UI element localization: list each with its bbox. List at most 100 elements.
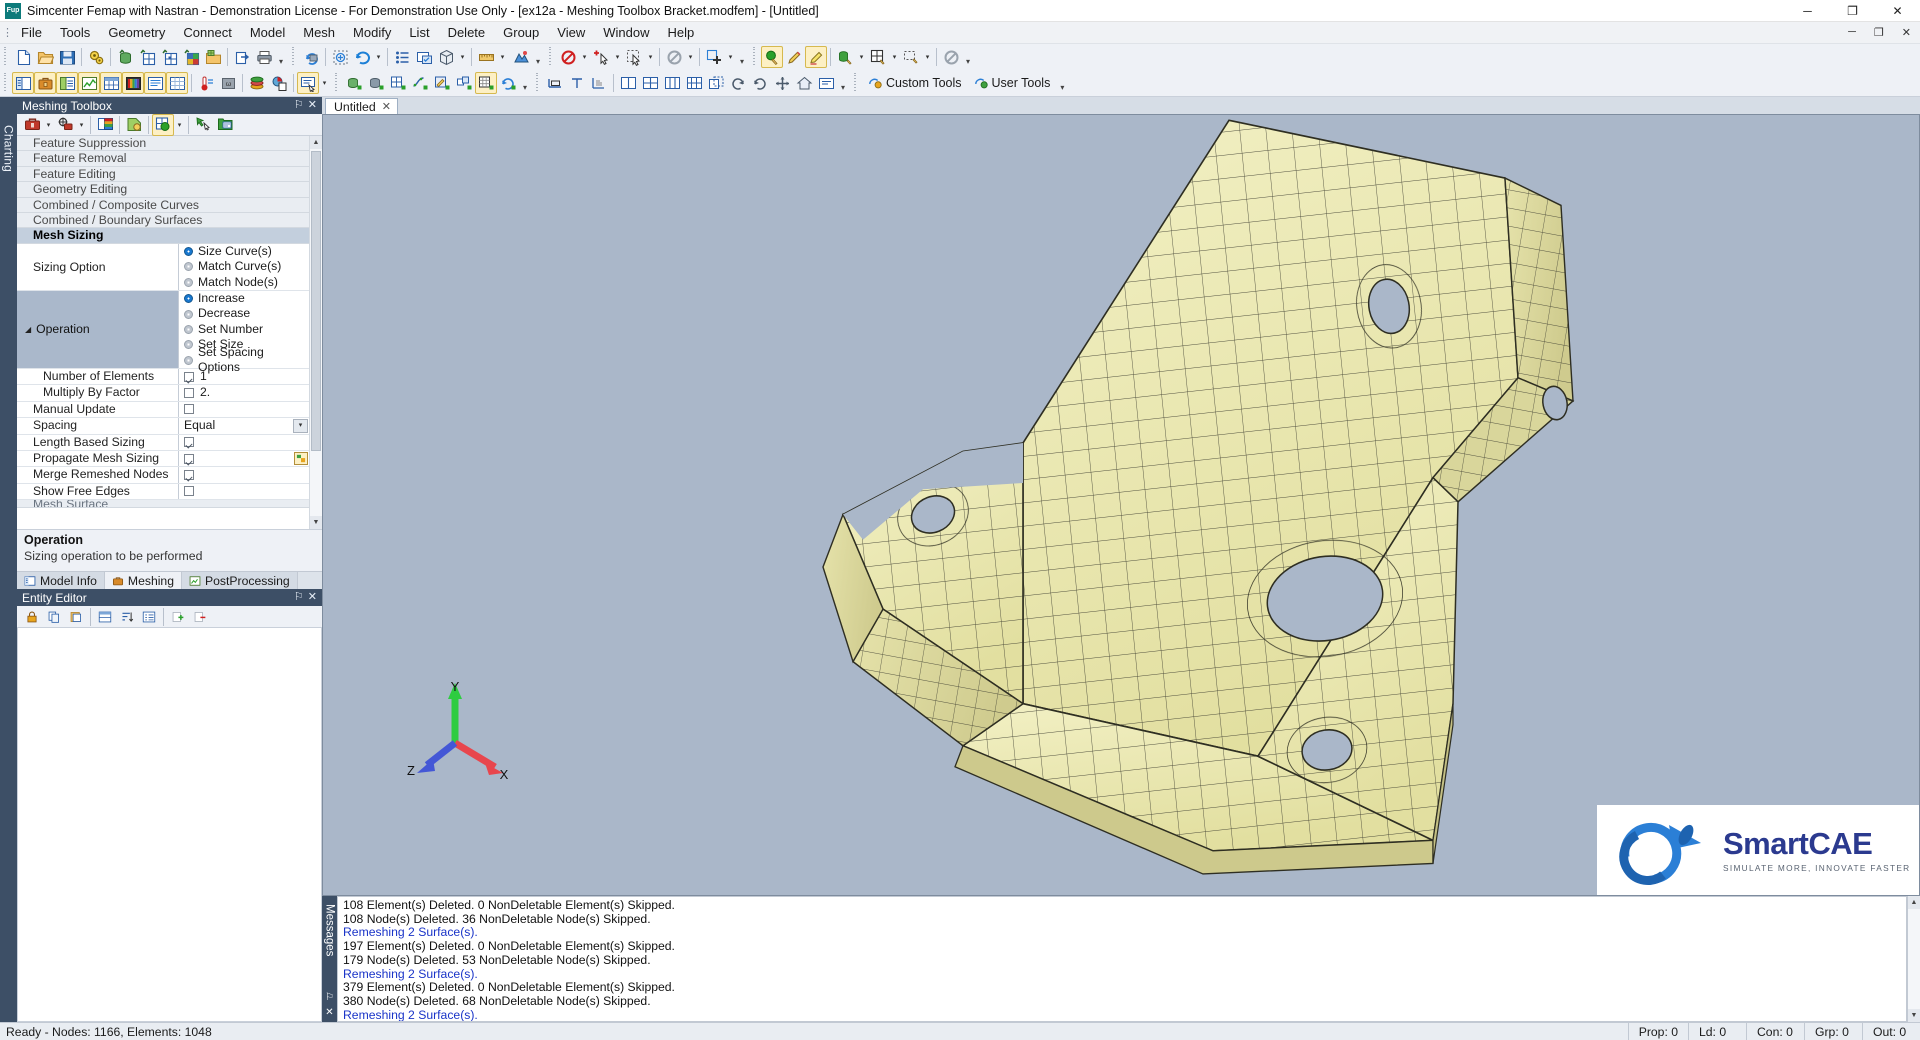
open-file-icon[interactable] bbox=[34, 46, 56, 68]
operation-radio-group[interactable]: Increase Decrease Set Number Set Size Se… bbox=[179, 291, 309, 374]
highlight-feature-icon[interactable] bbox=[123, 114, 145, 136]
toolbox-target-icon[interactable] bbox=[54, 114, 76, 136]
clear-color-icon[interactable] bbox=[940, 46, 962, 68]
copy-icon[interactable] bbox=[43, 606, 65, 628]
rotate-view-icon[interactable] bbox=[300, 46, 322, 68]
radio-set-spacing-options[interactable]: Set Spacing Options bbox=[179, 345, 309, 374]
document-tab-close-icon[interactable]: ✕ bbox=[382, 100, 391, 113]
section-feature-editing[interactable]: Feature Editing bbox=[17, 166, 309, 183]
data-table-pane-icon[interactable] bbox=[100, 72, 122, 94]
view-split-grid-icon[interactable] bbox=[683, 72, 705, 94]
maximize-button[interactable]: ❐ bbox=[1830, 0, 1875, 22]
menu-item-mesh[interactable]: Mesh bbox=[294, 23, 344, 42]
toolbar-grip-icon[interactable] bbox=[2, 47, 9, 67]
property-row-merge-remeshed-nodes[interactable]: Merge Remeshed Nodes bbox=[17, 467, 309, 484]
messages-scroll-down-icon[interactable]: ▼ bbox=[1908, 1009, 1920, 1022]
measure-dropdown-icon[interactable]: ▾ bbox=[497, 46, 508, 68]
view-home-icon[interactable] bbox=[793, 72, 815, 94]
toolbar-grip-icon-4[interactable] bbox=[751, 47, 758, 67]
save-file-icon[interactable] bbox=[56, 46, 78, 68]
3d-viewport[interactable]: Y X Z SmartCAE SIMULATE MORE, INNOVATE F… bbox=[322, 114, 1920, 896]
menu-item-connect[interactable]: Connect bbox=[174, 23, 240, 42]
entity-list-icon[interactable] bbox=[214, 114, 236, 136]
model-info-pane-icon[interactable] bbox=[12, 72, 34, 94]
add-entity-icon[interactable] bbox=[167, 606, 189, 628]
pin-icon[interactable]: ⚐ bbox=[294, 100, 304, 111]
highlighter-icon[interactable] bbox=[805, 46, 827, 68]
report-icon[interactable] bbox=[268, 72, 290, 94]
meshing-toolbox-property-grid[interactable]: Feature Suppression Feature Removal Feat… bbox=[17, 136, 322, 529]
toolbar-overflow-button-5[interactable]: ▾ bbox=[519, 72, 531, 94]
lock-icon[interactable] bbox=[21, 606, 43, 628]
remove-entity-icon[interactable] bbox=[189, 606, 211, 628]
length-based-sizing-checkbox[interactable] bbox=[184, 437, 194, 448]
custom-tools-button[interactable]: Custom Tools bbox=[862, 72, 968, 94]
clear-selection-icon[interactable] bbox=[663, 46, 685, 68]
print-icon[interactable] bbox=[253, 46, 275, 68]
view-list-icon[interactable] bbox=[391, 46, 413, 68]
minimize-button[interactable]: ─ bbox=[1785, 0, 1830, 22]
move-entity-dropdown-icon[interactable]: ▾ bbox=[725, 46, 736, 68]
mesh-remesh-icon[interactable] bbox=[497, 72, 519, 94]
radio-size-curves[interactable]: Size Curve(s) bbox=[179, 244, 281, 259]
toolbar-overflow-button[interactable]: ▾ bbox=[275, 46, 287, 68]
merge-remeshed-nodes-value-cell[interactable] bbox=[179, 467, 309, 482]
sort-ascending-icon[interactable] bbox=[116, 606, 138, 628]
flow-icon[interactable]: ω bbox=[217, 72, 239, 94]
layers-icon[interactable] bbox=[246, 72, 268, 94]
menu-item-modify[interactable]: Modify bbox=[344, 23, 400, 42]
solid-model-icon[interactable] bbox=[114, 46, 136, 68]
spreadsheet-pane-icon[interactable] bbox=[166, 72, 188, 94]
new-file-icon[interactable] bbox=[12, 46, 34, 68]
toolbar-overflow-button-7[interactable]: ▾ bbox=[1056, 72, 1068, 94]
zoom-region-icon[interactable] bbox=[329, 46, 351, 68]
property-grid-scrollbar[interactable]: ▲ ▼ bbox=[309, 136, 322, 529]
toolbox-icon[interactable] bbox=[21, 114, 43, 136]
radio-match-nodes[interactable]: Match Node(s) bbox=[179, 275, 281, 290]
messages-scroll-up-icon[interactable]: ▲ bbox=[1908, 896, 1920, 909]
color-node-icon[interactable] bbox=[761, 46, 783, 68]
view-front-icon[interactable] bbox=[544, 72, 566, 94]
toolbar-grip-icon-8[interactable] bbox=[852, 73, 859, 93]
section-mesh-surface-partial[interactable]: Mesh Surface bbox=[17, 500, 309, 509]
color-mesh-icon[interactable] bbox=[867, 46, 889, 68]
color-region-dropdown-icon[interactable]: ▾ bbox=[922, 46, 933, 68]
view-fit-icon[interactable] bbox=[815, 72, 837, 94]
view-rotate-left-icon[interactable] bbox=[727, 72, 749, 94]
toolbox-target-dropdown-icon[interactable]: ▾ bbox=[76, 114, 87, 136]
propagate-mesh-sizing-value-cell[interactable] bbox=[179, 451, 309, 466]
messages-body[interactable]: 108 Element(s) Deleted. 0 NonDeletable E… bbox=[337, 896, 1907, 1022]
close-button[interactable]: ✕ bbox=[1875, 0, 1920, 22]
multiply-by-factor-value-cell[interactable]: 2. bbox=[179, 385, 309, 400]
box-select-dropdown-icon[interactable]: ▾ bbox=[645, 46, 656, 68]
view-split-3-icon[interactable] bbox=[661, 72, 683, 94]
chevron-down-icon[interactable]: ▾ bbox=[293, 418, 308, 433]
mesh-between-icon[interactable] bbox=[343, 72, 365, 94]
toolbar-grip-icon-5[interactable] bbox=[2, 73, 9, 93]
menu-item-view[interactable]: View bbox=[548, 23, 594, 42]
deselect-dropdown-icon[interactable]: ▾ bbox=[579, 46, 590, 68]
property-row-sizing-option[interactable]: Sizing Option Size Curve(s) Match Curve(… bbox=[17, 243, 309, 291]
mesh-curve-icon[interactable] bbox=[409, 72, 431, 94]
user-tools-button[interactable]: User Tools bbox=[968, 72, 1057, 94]
deselect-icon[interactable] bbox=[557, 46, 579, 68]
show-free-edges-checkbox[interactable] bbox=[184, 486, 194, 497]
section-combined-composite-curves[interactable]: Combined / Composite Curves bbox=[17, 197, 309, 213]
property-row-propagate-mesh-sizing[interactable]: Propagate Mesh Sizing bbox=[17, 450, 309, 468]
view-split-2-icon[interactable] bbox=[617, 72, 639, 94]
spacing-value-cell[interactable]: Equal ▾ bbox=[179, 418, 309, 433]
multiply-by-factor-checkbox[interactable] bbox=[184, 388, 194, 399]
measure-icon[interactable] bbox=[475, 46, 497, 68]
merge-remeshed-nodes-checkbox[interactable] bbox=[184, 470, 194, 481]
category-view-icon[interactable] bbox=[94, 606, 116, 628]
sizing-option-radio-group[interactable]: Size Curve(s) Match Curve(s) Match Node(… bbox=[179, 244, 281, 290]
propagate-mesh-sizing-checkbox[interactable] bbox=[184, 453, 194, 464]
toolbar-grip-icon-6[interactable] bbox=[333, 73, 340, 93]
mesh-solid-icon[interactable] bbox=[365, 72, 387, 94]
toolbar-grip-icon-3[interactable] bbox=[547, 47, 554, 67]
color-mesh-dropdown-icon[interactable]: ▾ bbox=[889, 46, 900, 68]
length-based-sizing-value-cell[interactable] bbox=[179, 435, 309, 450]
menu-item-model[interactable]: Model bbox=[241, 23, 294, 42]
radio-set-number[interactable]: Set Number bbox=[179, 322, 309, 337]
entity-editor-pane-icon[interactable] bbox=[56, 72, 78, 94]
